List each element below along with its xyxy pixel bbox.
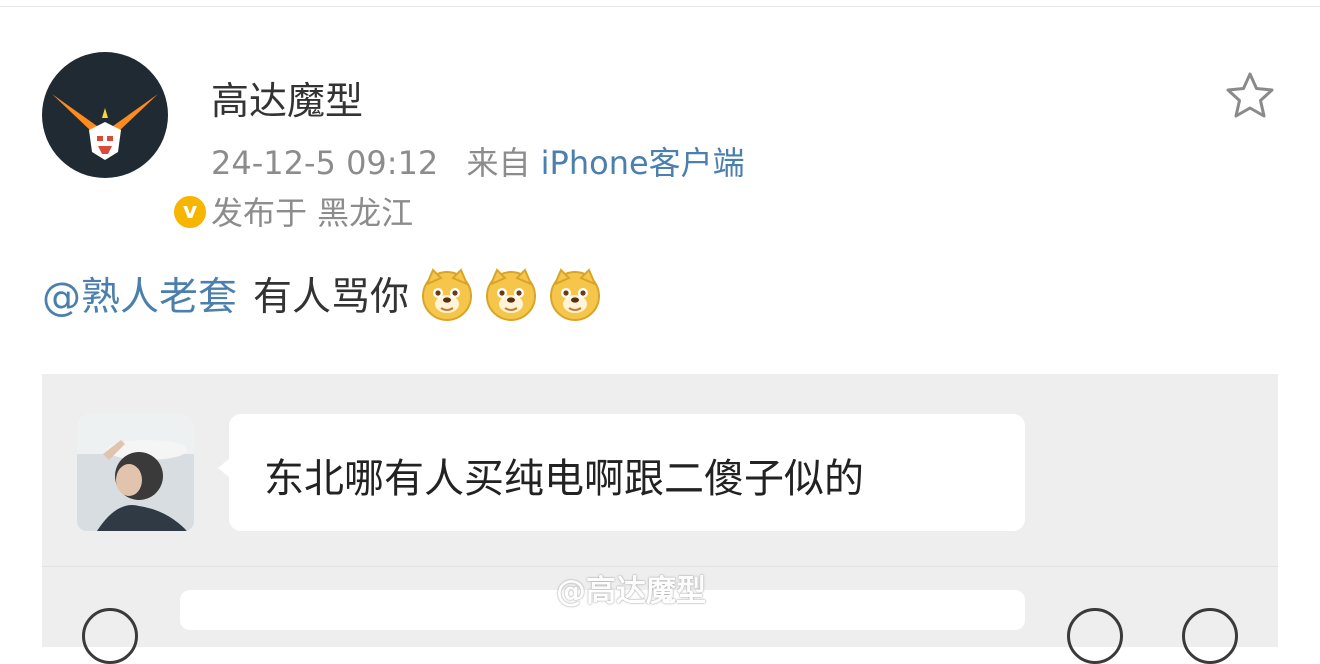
post-meta: 24-12-5 09:12 来自 iPhone客户端 <box>211 138 745 184</box>
watermark: @高达魔型 <box>556 574 706 609</box>
post-body: @熟人老套 有人骂你 <box>42 266 603 322</box>
doge-emoji-icon <box>550 268 601 321</box>
message-bubble: 东北哪有人买纯电啊跟二傻子似的 <box>218 414 1025 531</box>
voice-button-icon[interactable] <box>82 608 138 664</box>
timestamp: 24-12-5 09:12 <box>211 144 439 182</box>
add-button-icon[interactable] <box>1182 608 1238 664</box>
doge-emoji-icon <box>486 268 537 321</box>
quoted-message: 东北哪有人买纯电啊跟二傻子似的 <box>264 456 864 502</box>
verified-badge-icon: v <box>171 193 209 231</box>
from-label: 来自 <box>466 144 531 182</box>
quoted-user-avatar <box>77 414 194 531</box>
username[interactable]: 高达魔型 <box>211 70 363 125</box>
source-link[interactable]: iPhone客户端 <box>541 144 745 182</box>
location: 发布于 黑龙江 <box>211 194 414 232</box>
emoji-button-icon[interactable] <box>1067 608 1123 664</box>
user-avatar[interactable]: v <box>42 52 209 231</box>
mention-link[interactable]: @熟人老套 <box>42 266 237 322</box>
top-divider <box>0 6 1320 7</box>
person-photo-icon <box>77 414 194 531</box>
post-text: 有人骂你 <box>253 275 410 320</box>
favorite-star-icon[interactable] <box>1224 70 1276 122</box>
doge-emoji-icon <box>422 268 473 321</box>
gundam-logo-icon <box>52 94 158 160</box>
